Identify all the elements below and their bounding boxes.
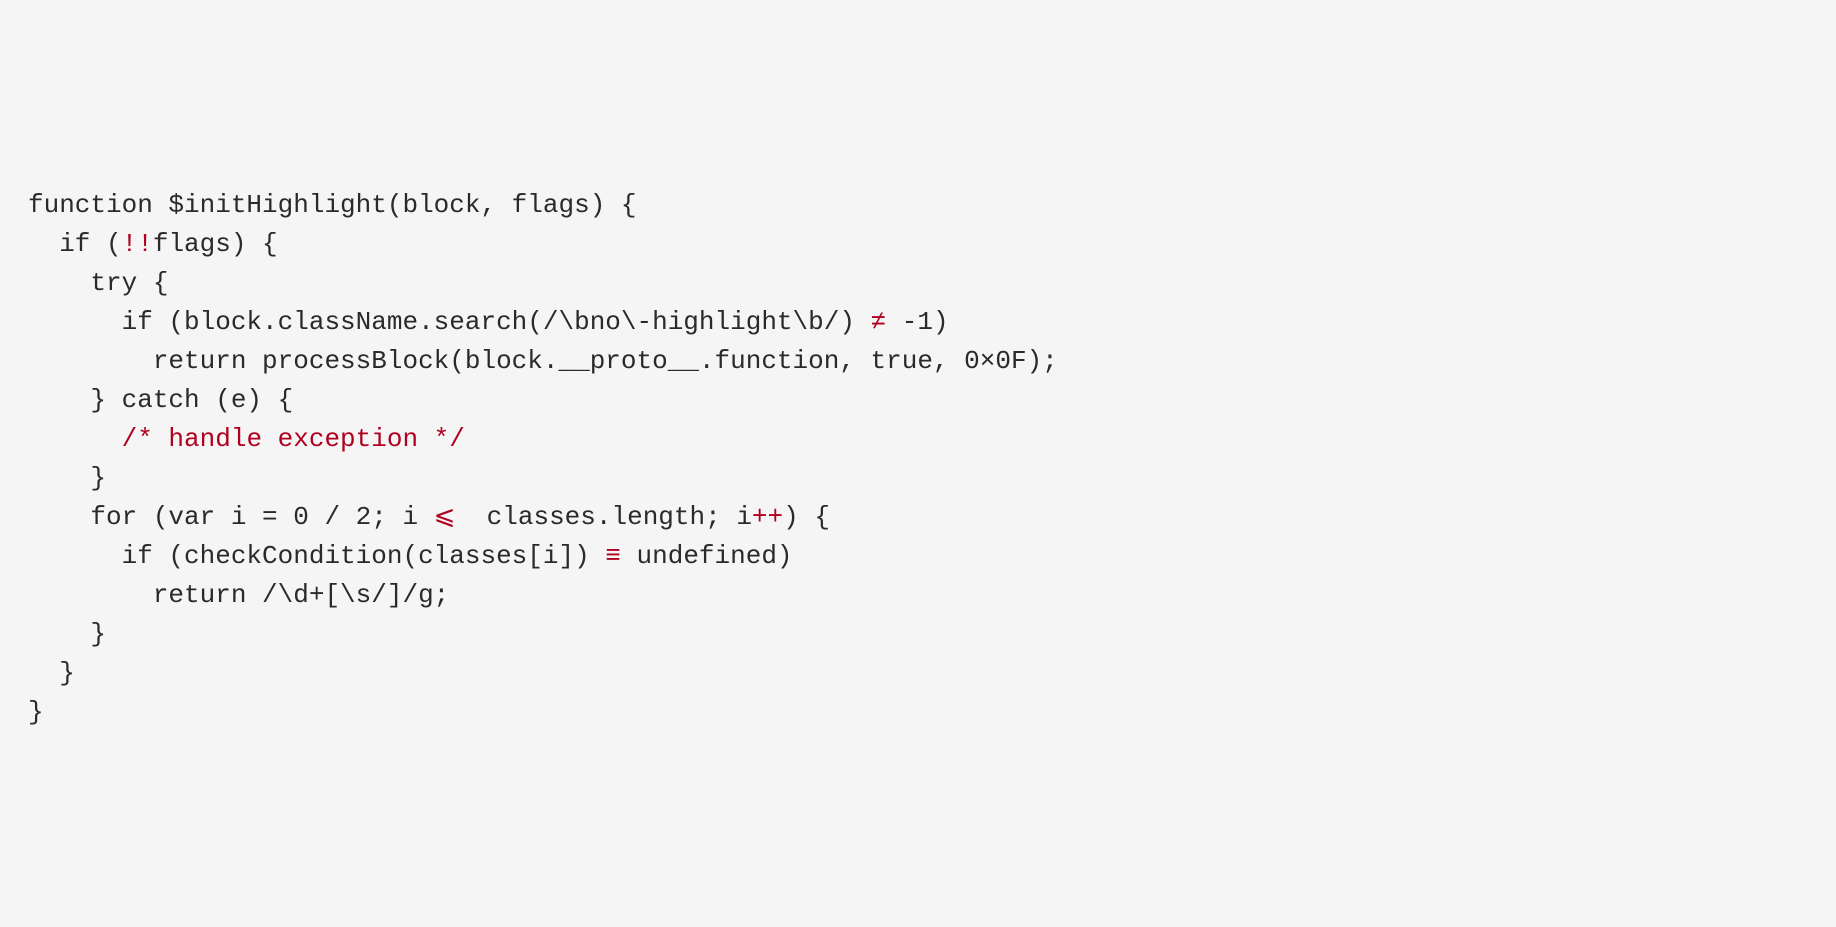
code-block: function $initHighlight(block, flags) { …	[28, 186, 1808, 732]
code-line-1: function $initHighlight(block, flags) {	[28, 186, 1808, 225]
code-line-14: }	[28, 693, 1808, 732]
operator-triple-equal: ≡	[605, 541, 621, 571]
code-text: if (checkCondition(classes[i])	[28, 541, 605, 571]
code-line-5: return processBlock(block.__proto__.func…	[28, 342, 1808, 381]
code-text: -1)	[886, 307, 948, 337]
code-text	[28, 424, 122, 454]
code-line-12: }	[28, 615, 1808, 654]
comment: /* handle exception */	[122, 424, 465, 454]
operator-increment: ++	[752, 502, 783, 532]
code-line-13: }	[28, 654, 1808, 693]
code-line-7: /* handle exception */	[28, 420, 1808, 459]
code-line-11: return /\d+[\s/]/g;	[28, 576, 1808, 615]
code-text: undefined)	[621, 541, 793, 571]
operator-not-equal: ≠	[871, 307, 887, 337]
operator-not-not: !!	[122, 229, 153, 259]
code-text: if (	[28, 229, 122, 259]
code-line-8: }	[28, 459, 1808, 498]
code-text: flags) {	[153, 229, 278, 259]
code-line-4: if (block.className.search(/\bno\-highli…	[28, 303, 1808, 342]
code-text: for (var i = 0 / 2; i	[28, 502, 434, 532]
code-line-10: if (checkCondition(classes[i]) ≡ undefin…	[28, 537, 1808, 576]
code-text: ) {	[783, 502, 830, 532]
code-text: if (block.className.search(/\bno\-highli…	[28, 307, 871, 337]
code-line-9: for (var i = 0 / 2; i ⩽ classes.length; …	[28, 498, 1808, 537]
operator-lte: ⩽	[434, 502, 456, 532]
code-text: classes.length; i	[455, 502, 751, 532]
code-line-2: if (!!flags) {	[28, 225, 1808, 264]
code-line-6: } catch (e) {	[28, 381, 1808, 420]
code-line-3: try {	[28, 264, 1808, 303]
